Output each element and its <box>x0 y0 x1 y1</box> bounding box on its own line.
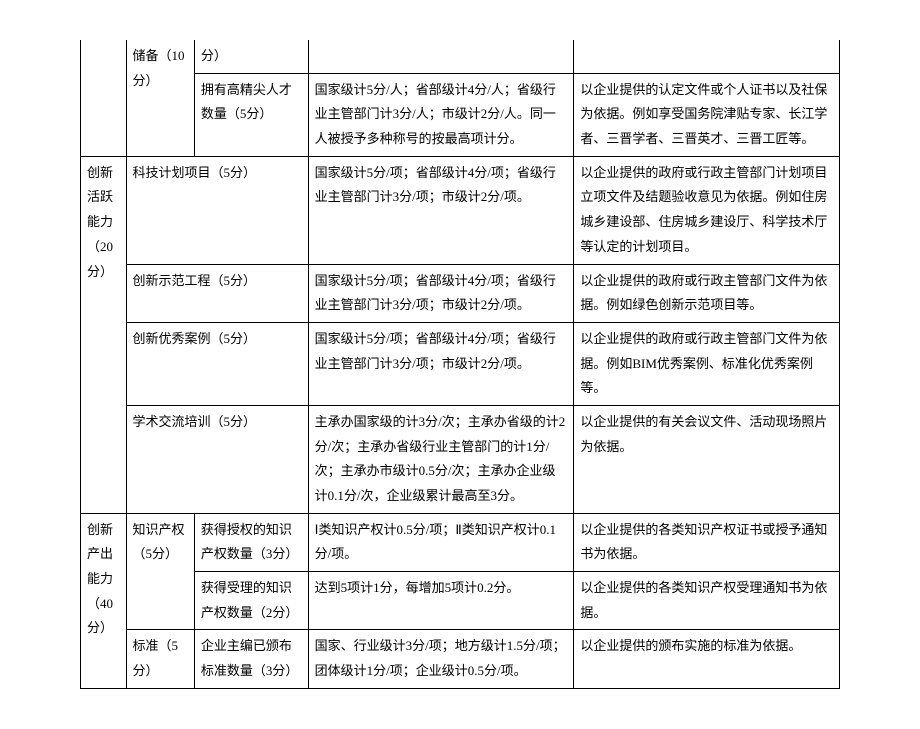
table-row: 学术交流培训（5分） 主承办国家级的计3分/次；主承办省级的计2分/次；主承办省… <box>81 405 840 513</box>
table-row: 标准（5分） 企业主编已颁布标准数量（3分） 国家、行业级计3分/项；地方级计1… <box>81 630 840 688</box>
evaluation-table: 储备（10分） 分） 拥有高精尖人才数量（5分） 国家级计5分/人；省部级计4分… <box>80 40 840 689</box>
cell-basis-case: 以企业提供的政府或行政主管部门文件为依据。例如BIM优秀案例、标准化优秀案例等。 <box>574 322 840 405</box>
table-row: 储备（10分） 分） <box>81 40 840 73</box>
cell-basis-talent: 以企业提供的认定文件或个人证书以及社保为依据。例如享受国务院津贴专家、长江学者、… <box>574 73 840 156</box>
cell-item-standard: 企业主编已颁布标准数量（3分） <box>194 630 308 688</box>
cell-scoring-demo: 国家级计5分/项；省部级计4分/项；省级行业主管部门计3分/项；市级计2分/项。 <box>308 264 574 322</box>
cell-category-innovation-activity: 创新活跃能力（20分） <box>81 156 127 513</box>
cell-scoring-ip-auth: Ⅰ类知识产权计0.5分/项；Ⅱ类知识产权计0.1分/项。 <box>308 513 574 571</box>
cell-scoring-ip-accept: 达到5项计1分，每增加5项计0.2分。 <box>308 572 574 630</box>
cell-item-ip-accept: 获得受理的知识产权数量（2分） <box>194 572 308 630</box>
cell-subcat-demo: 创新示范工程（5分） <box>126 264 308 322</box>
table-row: 拥有高精尖人才数量（5分） 国家级计5分/人；省部级计4分/人；省级行业主管部门… <box>81 73 840 156</box>
cell-basis-empty <box>574 40 840 73</box>
cell-basis-ip-accept: 以企业提供的各类知识产权受理通知书为依据。 <box>574 572 840 630</box>
cell-scoring-talent: 国家级计5分/人；省部级计4分/人；省级行业主管部门计3分/人；市级计2分/人。… <box>308 73 574 156</box>
cell-subcat-techplan: 科技计划项目（5分） <box>126 156 308 264</box>
cell-subcat-ip: 知识产权（5分） <box>126 513 194 630</box>
cell-subcat-academic: 学术交流培训（5分） <box>126 405 308 513</box>
cell-item-talent: 拥有高精尖人才数量（5分） <box>194 73 308 156</box>
cell-scoring-academic: 主承办国家级的计3分/次；主承办省级的计2分/次；主承办省级行业主管部门的计1分… <box>308 405 574 513</box>
cell-scoring-techplan: 国家级计5分/项；省部级计4分/项；省级行业主管部门计3分/项；市级计2分/项。 <box>308 156 574 264</box>
table-row: 创新示范工程（5分） 国家级计5分/项；省部级计4分/项；省级行业主管部门计3分… <box>81 264 840 322</box>
cell-subcat-case: 创新优秀案例（5分） <box>126 322 308 405</box>
cell-basis-ip-auth: 以企业提供的各类知识产权证书或授予通知书为依据。 <box>574 513 840 571</box>
cell-basis-standard: 以企业提供的颁布实施的标准为依据。 <box>574 630 840 688</box>
cell-scoring-case: 国家级计5分/项；省部级计4分/项；省级行业主管部门计3分/项；市级计2分/项。 <box>308 322 574 405</box>
cell-scoring-empty <box>308 40 574 73</box>
table-row: 创新优秀案例（5分） 国家级计5分/项；省部级计4分/项；省级行业主管部门计3分… <box>81 322 840 405</box>
cell-basis-demo: 以企业提供的政府或行政主管部门文件为依据。例如绿色创新示范项目等。 <box>574 264 840 322</box>
cell-scoring-standard: 国家、行业级计3分/项；地方级计1.5分/项；团体级计1分/项；企业级计0.5分… <box>308 630 574 688</box>
cell-category-prev <box>81 40 127 156</box>
cell-subcat-standard: 标准（5分） <box>126 630 194 688</box>
table-row: 创新产出能力（40分） 知识产权（5分） 获得授权的知识产权数量（3分） Ⅰ类知… <box>81 513 840 571</box>
cell-subcat-reserve: 储备（10分） <box>126 40 194 156</box>
cell-basis-academic: 以企业提供的有关会议文件、活动现场照片为依据。 <box>574 405 840 513</box>
cell-category-innovation-output: 创新产出能力（40分） <box>81 513 127 688</box>
cell-item-ip-auth: 获得授权的知识产权数量（3分） <box>194 513 308 571</box>
cell-basis-techplan: 以企业提供的政府或行政主管部门计划项目立项文件及结题验收意见为依据。例如住房城乡… <box>574 156 840 264</box>
table-row: 创新活跃能力（20分） 科技计划项目（5分） 国家级计5分/项；省部级计4分/项… <box>81 156 840 264</box>
cell-item-fragment: 分） <box>194 40 308 73</box>
table-row: 获得受理的知识产权数量（2分） 达到5项计1分，每增加5项计0.2分。 以企业提… <box>81 572 840 630</box>
